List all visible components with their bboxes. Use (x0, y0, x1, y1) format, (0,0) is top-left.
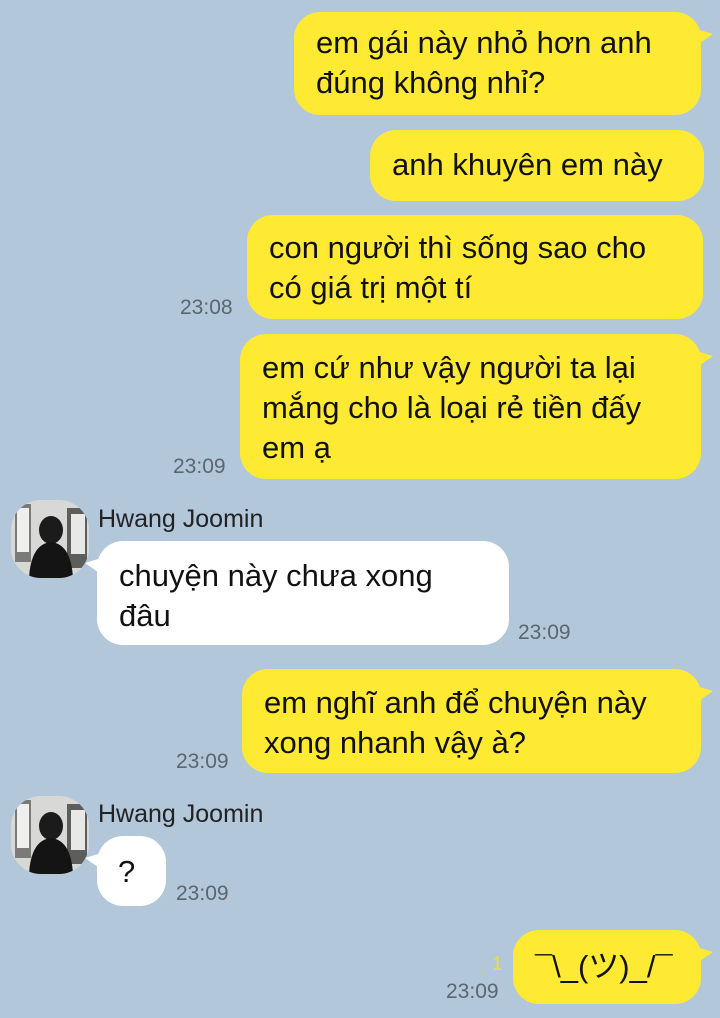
message-timestamp: 23:09 (176, 750, 229, 773)
message-timestamp: 23:09 (446, 980, 499, 1003)
sender-name: Hwang Joomin (98, 800, 264, 828)
contact-avatar[interactable] (11, 796, 89, 874)
outgoing-message[interactable]: ¯\_(ツ)_/¯ (513, 930, 713, 1004)
contact-avatar[interactable] (11, 500, 89, 578)
outgoing-message[interactable]: em cứ như vậy người ta lại mắng cho là l… (240, 334, 713, 479)
profile-photo-avatar-icon (11, 796, 89, 874)
message-timestamp: 23:09 (173, 455, 226, 478)
outgoing-message[interactable]: em gái này nhỏ hơn anh đúng không nhỉ? (294, 12, 713, 115)
sender-name: Hwang Joomin (98, 505, 264, 533)
message-timestamp: 23:08 (180, 296, 233, 319)
profile-photo-avatar-icon (11, 500, 89, 578)
unread-count: 1 (492, 954, 503, 975)
outgoing-message[interactable]: em nghĩ anh để chuyện này xong nhanh vậy… (242, 669, 713, 773)
incoming-message[interactable]: chuyện này chưa xong đâu (85, 541, 509, 645)
outgoing-message[interactable]: con người thì sống sao cho có giá trị mộ… (247, 215, 703, 319)
outgoing-message[interactable]: anh khuyên em này (370, 130, 704, 201)
message-timestamp: 23:09 (176, 882, 229, 905)
message-timestamp: 23:09 (518, 621, 571, 644)
incoming-message[interactable]: ? (85, 836, 166, 906)
